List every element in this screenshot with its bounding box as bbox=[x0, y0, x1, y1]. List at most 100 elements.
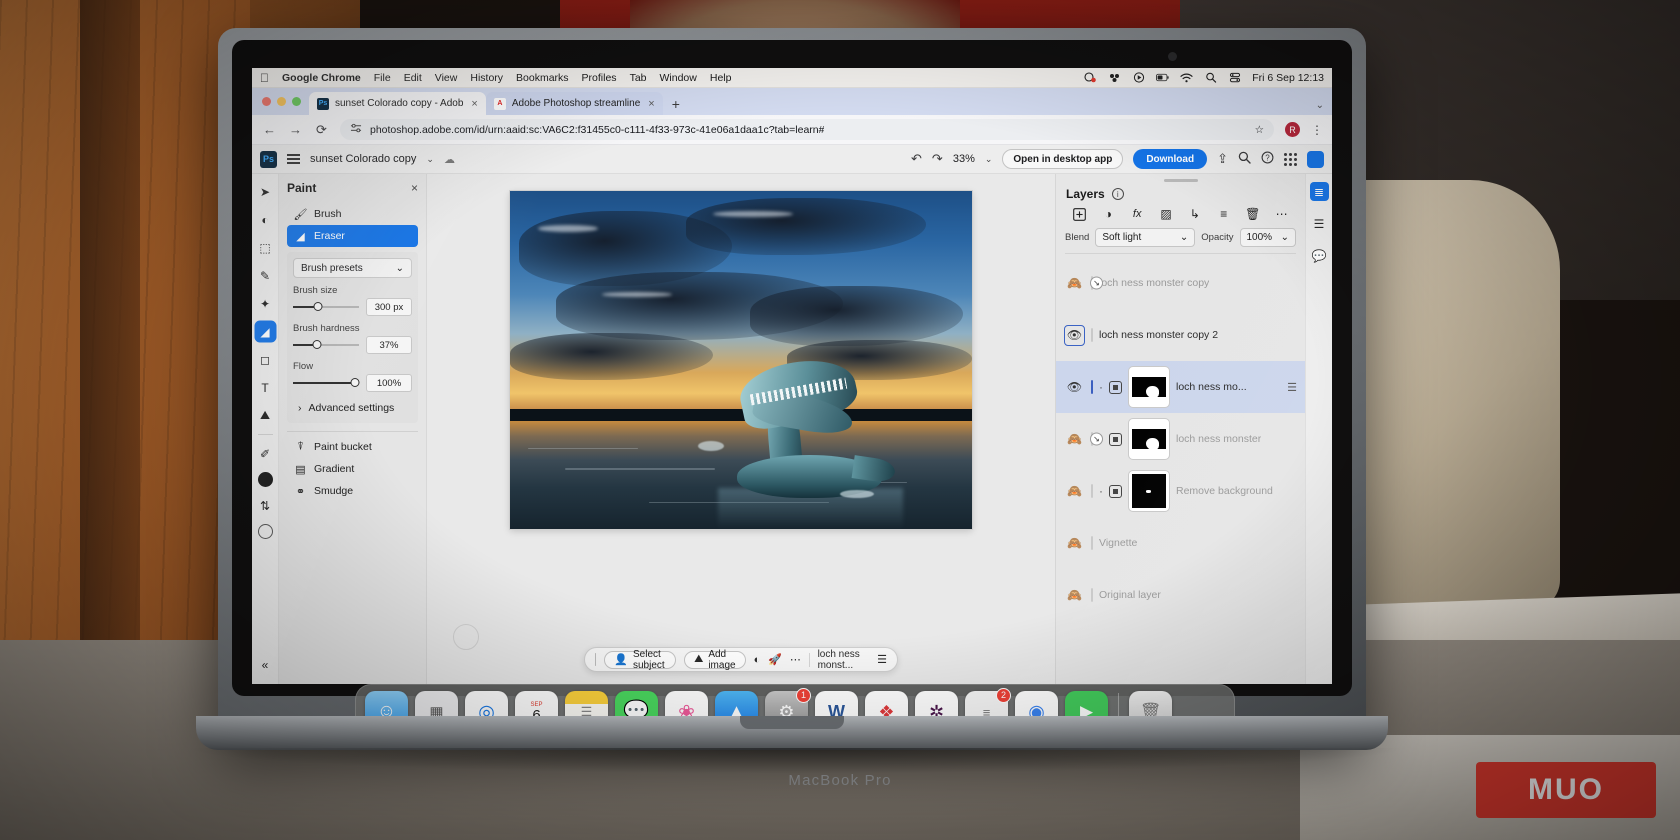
eraser-tool-icon[interactable]: ◢ bbox=[255, 322, 275, 341]
add-layer-button[interactable] bbox=[1065, 205, 1094, 223]
table-row[interactable]: 🙈 ↘ · loch ness monster bbox=[1056, 413, 1305, 465]
browser-tab-1[interactable]: Ps sunset Colorado copy - Adob × bbox=[309, 92, 486, 115]
menu-window[interactable]: Window bbox=[660, 72, 697, 84]
layer-thumbnail[interactable] bbox=[1091, 536, 1093, 550]
menu-google-chrome[interactable]: Google Chrome bbox=[282, 72, 361, 84]
menu-profiles[interactable]: Profiles bbox=[582, 72, 617, 84]
paint-option-eraser[interactable]: ◢ Eraser bbox=[287, 225, 418, 247]
adjustment-layer-button[interactable]: ◑ bbox=[1094, 205, 1123, 223]
menu-edit[interactable]: Edit bbox=[404, 72, 422, 84]
now-playing-icon[interactable] bbox=[1132, 72, 1145, 83]
opacity-select[interactable]: 100% ⌄ bbox=[1239, 228, 1296, 247]
menu-tab[interactable]: Tab bbox=[630, 72, 647, 84]
layer-mask-button[interactable]: ▨ bbox=[1152, 205, 1181, 223]
close-window-button[interactable] bbox=[262, 97, 271, 106]
layer-name[interactable]: Remove background bbox=[1176, 485, 1273, 497]
layer-effects-button[interactable]: fx bbox=[1123, 205, 1152, 223]
select-subject-tool-icon[interactable]: ⬚ bbox=[256, 238, 275, 257]
table-row[interactable]: 🙈 Vignette bbox=[1056, 517, 1305, 569]
zoom-chevron-down-icon[interactable]: ⌄ bbox=[985, 154, 993, 165]
move-tool-icon[interactable]: ➤ bbox=[256, 182, 275, 201]
wifi-icon[interactable] bbox=[1180, 72, 1193, 83]
comments-panel-toggle-icon[interactable]: 💬 bbox=[1310, 246, 1329, 265]
new-tab-button[interactable]: + bbox=[663, 96, 689, 115]
control-center-icon[interactable] bbox=[1228, 72, 1241, 83]
swap-colors-icon[interactable]: ⇅ bbox=[256, 496, 275, 515]
blend-mode-select[interactable]: Soft light ⌄ bbox=[1095, 228, 1196, 247]
brush-presets-select[interactable]: Brush presets ⌄ bbox=[293, 258, 412, 278]
site-settings-icon[interactable] bbox=[350, 123, 362, 137]
layer-visibility-toggle[interactable]: 🙈 bbox=[1064, 429, 1085, 450]
layer-mask-thumbnail[interactable] bbox=[1128, 470, 1170, 512]
layer-name[interactable]: loch ness monster bbox=[1176, 433, 1261, 445]
brush-hardness-slider[interactable] bbox=[293, 339, 359, 351]
mask-select-icon[interactable] bbox=[1109, 484, 1122, 498]
spotlight-search-icon[interactable] bbox=[1204, 72, 1217, 83]
layer-visibility-toggle[interactable]: 👁 bbox=[1064, 377, 1085, 398]
table-row[interactable]: 👁 loch ness monster copy 2 bbox=[1056, 309, 1305, 361]
drag-handle[interactable] bbox=[595, 653, 597, 666]
adjustment-tool-icon[interactable]: ◐ bbox=[256, 210, 275, 229]
help-icon[interactable]: ? bbox=[1261, 151, 1274, 167]
table-row[interactable]: 🙈 · Remove background bbox=[1056, 465, 1305, 517]
chevron-down-icon[interactable]: ⌄ bbox=[1316, 100, 1332, 115]
layer-name[interactable]: loch ness monster copy bbox=[1099, 277, 1209, 289]
search-icon[interactable] bbox=[1238, 151, 1251, 167]
reload-button[interactable]: ⟳ bbox=[314, 122, 329, 138]
paint-option-brush[interactable]: 🖌 Brush bbox=[287, 203, 418, 225]
menu-view[interactable]: View bbox=[435, 72, 458, 84]
open-in-desktop-app-button[interactable]: Open in desktop app bbox=[1002, 149, 1124, 169]
more-options-icon[interactable]: ⋯ bbox=[790, 653, 801, 666]
table-row[interactable]: 👁 · loch ness mo... ☰ bbox=[1056, 361, 1305, 413]
select-subject-button[interactable]: 👤 Select subject bbox=[604, 649, 677, 671]
menu-history[interactable]: History bbox=[470, 72, 503, 84]
delete-layer-button[interactable]: 🗑 bbox=[1238, 205, 1267, 223]
control-center-dots-icon[interactable] bbox=[1108, 72, 1121, 83]
remove-tool-icon[interactable]: ✎ bbox=[256, 266, 275, 285]
generative-fill-icon[interactable]: 🚀 bbox=[768, 653, 782, 666]
paint-option-paint-bucket[interactable]: ⍒ Paint bucket bbox=[287, 436, 418, 458]
document-name-chevron-down-icon[interactable]: ⌄ bbox=[426, 154, 434, 165]
background-color-swatch[interactable] bbox=[257, 524, 273, 539]
layer-thumbnail[interactable] bbox=[1091, 588, 1093, 602]
layer-visibility-toggle[interactable]: 🙈 bbox=[1064, 481, 1085, 502]
paint-option-gradient[interactable]: ▤ Gradient bbox=[287, 458, 418, 480]
brush-size-value[interactable]: 300 px bbox=[366, 298, 412, 316]
canvas-area[interactable]: 👤 Select subject ⛰ Add image ◐ 🚀 ⋯ loch … bbox=[427, 174, 1055, 684]
browser-tab-2[interactable]: A Adobe Photoshop streamline × bbox=[485, 92, 663, 115]
flow-slider[interactable] bbox=[293, 377, 360, 389]
adjustment-icon[interactable]: ◐ bbox=[754, 654, 761, 666]
eyedropper-tool-icon[interactable]: ✐ bbox=[256, 444, 275, 463]
close-tab-2-button[interactable]: × bbox=[648, 98, 654, 110]
properties-panel-toggle-icon[interactable]: ☰ bbox=[1310, 214, 1329, 233]
zoom-level-label[interactable]: 33% bbox=[953, 153, 975, 165]
layer-mask-thumbnail[interactable] bbox=[1128, 366, 1170, 408]
add-image-tool-icon[interactable]: ⛰ bbox=[256, 406, 275, 425]
type-tool-icon[interactable]: T bbox=[256, 378, 275, 397]
undo-button[interactable]: ↶ bbox=[911, 151, 922, 167]
layer-name[interactable]: loch ness mo... bbox=[1176, 381, 1247, 393]
apple-icon[interactable]:  bbox=[260, 72, 269, 84]
clipping-mask-button[interactable]: ↳ bbox=[1181, 205, 1210, 223]
mask-select-icon[interactable] bbox=[1109, 380, 1122, 394]
creative-cloud-icon[interactable] bbox=[1307, 150, 1324, 168]
shape-tool-icon[interactable]: ◻ bbox=[256, 350, 275, 369]
bookmark-star-icon[interactable]: ☆ bbox=[1255, 124, 1264, 136]
layer-mask-thumbnail[interactable] bbox=[1128, 418, 1170, 460]
mask-select-icon[interactable] bbox=[1109, 432, 1122, 446]
maximize-window-button[interactable] bbox=[292, 97, 301, 106]
group-layers-button[interactable]: ≡ bbox=[1209, 205, 1238, 223]
add-image-button[interactable]: ⛰ Add image bbox=[684, 649, 746, 671]
info-icon[interactable]: i bbox=[1111, 188, 1124, 200]
layer-properties-icon[interactable]: ☰ bbox=[1287, 381, 1297, 394]
layer-visibility-toggle[interactable]: 👁 bbox=[1064, 324, 1085, 346]
layer-visibility-toggle[interactable]: 🙈 bbox=[1064, 585, 1085, 606]
layer-name[interactable]: Vignette bbox=[1099, 537, 1137, 549]
back-button[interactable]: ← bbox=[262, 122, 277, 137]
brush-hardness-value[interactable]: 37% bbox=[366, 336, 412, 354]
foreground-color-swatch[interactable] bbox=[257, 472, 273, 487]
layer-visibility-toggle[interactable]: 🙈 bbox=[1064, 533, 1085, 554]
mask-link-icon[interactable]: · bbox=[1099, 380, 1103, 394]
screen-recording-icon[interactable] bbox=[1084, 72, 1097, 83]
mask-link-icon[interactable]: · bbox=[1099, 484, 1103, 498]
